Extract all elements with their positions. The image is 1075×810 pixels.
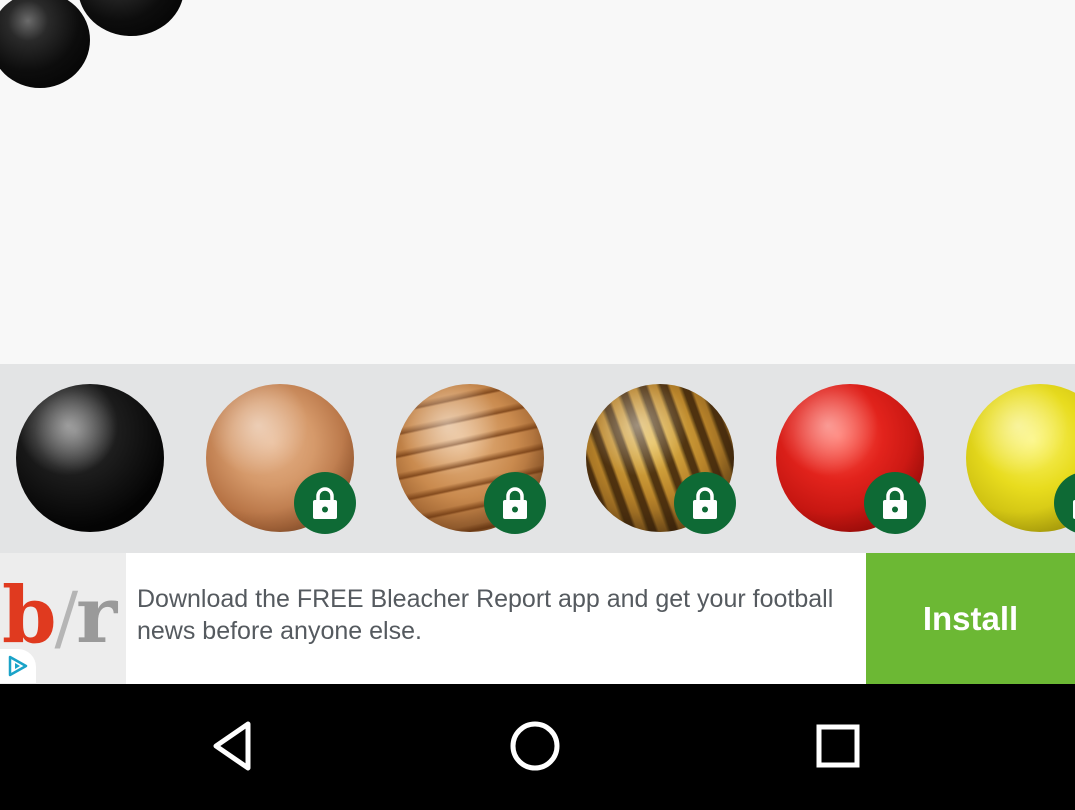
ad-description: Download the FREE Bleacher Report app an… (137, 585, 834, 645)
lock-icon (674, 472, 736, 534)
back-triangle-icon[interactable] (200, 714, 264, 778)
bleacher-report-logo: b/r (0, 553, 126, 684)
ball-option-red[interactable] (776, 384, 926, 534)
ball-option-light-wood[interactable] (206, 384, 356, 534)
adchoices-icon[interactable] (0, 649, 36, 683)
game-canvas[interactable] (0, 0, 1075, 364)
lock-icon (864, 472, 926, 534)
ad-banner[interactable]: b/r Download the FREE Bleacher Report ap… (0, 553, 1075, 684)
lock-icon (294, 472, 356, 534)
android-navigation-bar (0, 684, 1075, 810)
ball-option-black[interactable] (16, 384, 164, 532)
lock-icon (484, 472, 546, 534)
ball-picker (0, 364, 1075, 553)
black-bead-decoration (0, 0, 90, 88)
ball-option-tiger-eye[interactable] (586, 384, 736, 534)
ball-option-striped-wood[interactable] (396, 384, 546, 534)
recent-apps-square-icon[interactable] (806, 714, 870, 778)
black-bead-decoration (78, 0, 184, 36)
ball-option-yellow[interactable] (966, 384, 1075, 534)
home-circle-icon[interactable] (503, 714, 567, 778)
install-button[interactable]: Install (866, 553, 1075, 684)
